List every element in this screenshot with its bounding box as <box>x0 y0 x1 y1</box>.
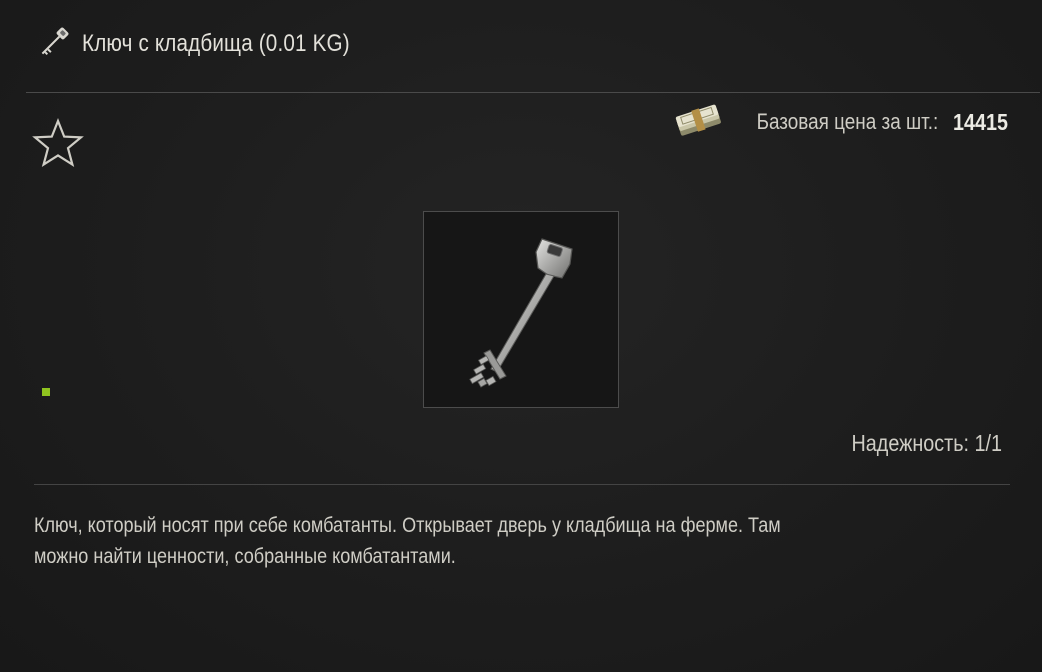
money-stack-icon <box>675 104 721 136</box>
durability-text: Надежность: 1/1 <box>851 430 1002 456</box>
item-title: Ключ с кладбища (0.01 KG) <box>82 30 350 57</box>
cemetery-key-icon <box>469 238 573 388</box>
status-indicator <box>42 388 50 396</box>
star-outline-icon[interactable] <box>32 118 84 168</box>
description-divider <box>34 484 1010 485</box>
item-inspect-panel: Ключ с кладбища (0.01 KG) Базовая цена з… <box>0 0 1042 672</box>
base-price-row: Базовая цена за шт.: 14415 <box>673 104 1008 140</box>
item-image-frame <box>423 211 619 408</box>
item-description: Ключ, который носят при себе комбатанты.… <box>34 514 781 568</box>
header-divider <box>26 92 1040 93</box>
panel-header: Ключ с кладбища (0.01 KG) <box>0 0 1042 92</box>
price-value: 14415 <box>952 108 1008 135</box>
price-label: Базовая цена за шт.: <box>756 109 939 134</box>
key-icon <box>41 27 69 56</box>
